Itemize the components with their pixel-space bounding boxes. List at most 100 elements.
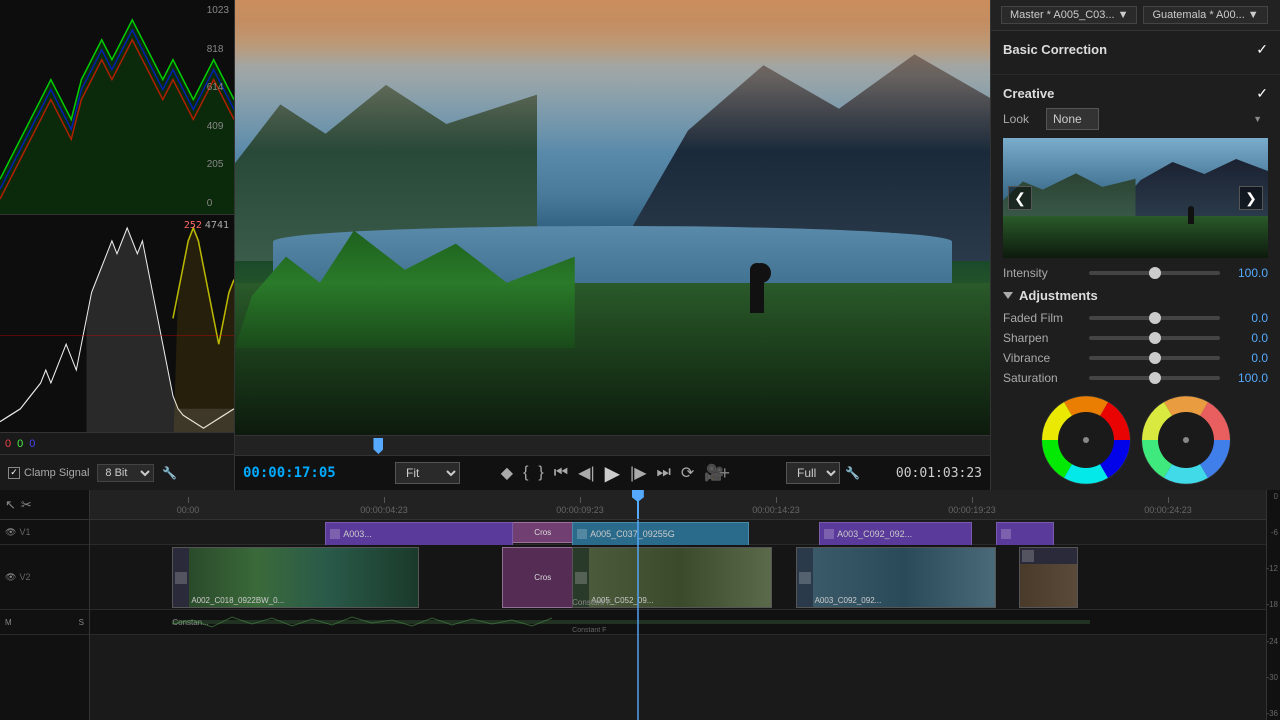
track-a1-header: M S <box>0 610 89 635</box>
clamp-signal-row: ✓ Clamp Signal <box>8 467 89 479</box>
eye-v1-icon[interactable]: 👁 <box>5 527 16 538</box>
add-track-button[interactable]: + <box>719 463 730 484</box>
sharpen-slider[interactable] <box>1089 336 1220 340</box>
out-point-button[interactable]: } <box>538 464 543 482</box>
razor-tool-icon[interactable]: ✂ <box>21 497 32 513</box>
g-value: 0 <box>17 438 23 450</box>
intensity-slider[interactable] <box>1089 271 1220 275</box>
scale-205: 205 <box>207 159 229 170</box>
creative-check[interactable]: ✓ <box>1256 85 1268 102</box>
track-playhead <box>637 520 639 720</box>
intensity-row: Intensity 100.0 <box>1003 266 1268 280</box>
track-area: Cros A003... A005_C037_09255G A003_C092_… <box>90 520 1266 720</box>
constant-f-audio: Constant F <box>572 627 606 634</box>
bit-depth-select[interactable]: 8 Bit 10 Bit <box>97 464 154 482</box>
adjustments-toggle[interactable]: Adjustments <box>1003 288 1268 303</box>
s-button[interactable]: S <box>79 618 84 627</box>
intensity-label: Intensity <box>1003 266 1083 280</box>
shadow-wheel-svg[interactable] <box>1041 395 1131 485</box>
go-to-out-button[interactable]: ⏭ <box>657 464 671 482</box>
lumetri-panel: Master * A005_C03... ▼ Guatemala * A00..… <box>990 0 1280 490</box>
clip-a003-right[interactable]: A003_C092_092... <box>819 522 972 546</box>
basic-correction-check[interactable]: ✓ <box>1256 41 1268 58</box>
b-value: 0 <box>29 438 35 450</box>
arrow-tool-icon[interactable]: ↖ <box>5 497 16 513</box>
clip-a0-right[interactable] <box>996 522 1055 546</box>
in-point-button[interactable]: { <box>523 464 528 482</box>
fit-control[interactable]: Fit 25% 50% 100% <box>395 462 460 484</box>
timeline-area: ↖ ✂ 👁 V1 👁 V2 M S <box>0 490 1280 720</box>
audio-track-row: Constan... Constant F <box>90 610 1266 635</box>
waveform-bottom-bar: ✓ Clamp Signal 8 Bit 10 Bit 🔧 <box>0 454 234 490</box>
look-prev-button[interactable]: ❮ <box>1008 186 1032 210</box>
scale-409: 409 <box>207 121 229 132</box>
go-to-in-button[interactable]: ⏮ <box>554 464 568 482</box>
waveform-controls: 0 0 0 <box>0 432 234 454</box>
db-6: -6 <box>1271 528 1278 537</box>
scale-0: 0 <box>207 198 229 209</box>
transport-bar: 00:00:17:05 Fit 25% 50% 100% ◆ { } ⏮ ◀| … <box>235 455 990 490</box>
faded-film-slider[interactable] <box>1089 316 1220 320</box>
settings-wrench-icon[interactable]: 🔧 <box>162 466 177 480</box>
basic-correction-title: Basic Correction <box>1003 42 1107 57</box>
r-value: 0 <box>5 438 11 450</box>
ruler-playhead <box>637 490 639 519</box>
master-arrow-icon: ▼ <box>1118 9 1129 21</box>
loop-button[interactable]: ⟳ <box>681 463 694 483</box>
highlight-wheel-svg[interactable] <box>1141 395 1231 485</box>
timeline-ruler: 00:00 00:00:04:23 00:00:09:23 00:00:14:2… <box>90 490 1266 520</box>
master-label: Master * A005_C03... <box>1010 9 1115 21</box>
rgb-waveform: 1023 818 614 409 205 0 <box>0 0 234 215</box>
look-row: Look None SL BIG Kodak <box>1003 108 1268 130</box>
saturation-value: 100.0 <box>1226 371 1268 385</box>
clip-a0-v2[interactable] <box>1019 547 1078 608</box>
creative-section: Creative ✓ Look None SL BIG Kodak <box>991 75 1280 490</box>
master-dropdown[interactable]: Master * A005_C03... ▼ <box>1001 6 1137 24</box>
timecode-left: 00:00:17:05 <box>243 465 336 481</box>
constant-f-label: Constant F... <box>572 598 617 607</box>
scale-614: 614 <box>207 82 229 93</box>
vibrance-slider[interactable] <box>1089 356 1220 360</box>
m-button[interactable]: M <box>5 618 12 627</box>
faded-film-label: Faded Film <box>1003 311 1083 325</box>
fit-select[interactable]: Fit 25% 50% 100% <box>395 462 460 484</box>
saturation-slider[interactable] <box>1089 376 1220 380</box>
adjustments-section: Adjustments Faded Film 0.0 Sharpen 0.0 <box>1003 288 1268 490</box>
clip-a005-v1[interactable]: A005_C037_09255G <box>572 522 748 546</box>
track-info: 👁 V1 👁 V2 M S <box>0 520 89 720</box>
scale-818: 818 <box>207 44 229 55</box>
settings-icon[interactable]: 🔧 <box>845 466 860 480</box>
look-select[interactable]: None SL BIG Kodak <box>1046 108 1099 130</box>
ruler-3: 00:00:14:23 <box>678 497 874 515</box>
ruler: 00:00 00:00:04:23 00:00:09:23 00:00:14:2… <box>90 497 1266 515</box>
eye-v2-icon[interactable]: 👁 <box>5 572 16 583</box>
progress-bar[interactable] <box>235 435 990 455</box>
full-select[interactable]: Full 1/2 1/4 <box>786 462 840 484</box>
adjustments-chevron-icon <box>1003 292 1013 299</box>
shadow-tint-wheel: Shadow Tint <box>1041 395 1131 490</box>
clip-a002[interactable]: A002_C018_0922BW_0... <box>172 547 419 608</box>
step-back-button[interactable]: ◀| <box>578 463 594 483</box>
look-next-button[interactable]: ❯ <box>1239 186 1263 210</box>
creative-title: Creative <box>1003 86 1054 101</box>
v1-track-row: Cros A003... A005_C037_09255G A003_C092_… <box>90 520 1266 545</box>
full-control[interactable]: Full 1/2 1/4 <box>786 462 840 484</box>
node-dropdown[interactable]: Guatemala * A00... ▼ <box>1143 6 1267 24</box>
waveform-scale: 1023 818 614 409 205 0 <box>207 0 229 214</box>
clamp-checkbox[interactable]: ✓ <box>8 467 20 479</box>
ruler-4: 00:00:19:23 <box>874 497 1070 515</box>
timeline-tools: ↖ ✂ <box>0 490 89 520</box>
db-30: -30 <box>1266 673 1278 682</box>
node-arrow-icon: ▼ <box>1248 9 1259 21</box>
clip-a003[interactable]: A003... <box>325 522 513 546</box>
marker-button[interactable]: ◆ <box>501 463 513 483</box>
clip-a003-v2[interactable]: A003_C092_092... <box>796 547 996 608</box>
step-fwd-button[interactable]: |▶ <box>630 463 646 483</box>
track-v2-header: 👁 V2 <box>0 545 89 610</box>
v2-track-row: Cros A002_C018_0922BW_0... A005_C052_09.… <box>90 545 1266 610</box>
sharpen-row: Sharpen 0.0 <box>1003 331 1268 345</box>
ruler-2: 00:00:09:23 <box>482 497 678 515</box>
db-18: -18 <box>1266 600 1278 609</box>
track-v1-header: 👁 V1 <box>0 520 89 545</box>
play-button[interactable]: ▶ <box>605 461 620 486</box>
